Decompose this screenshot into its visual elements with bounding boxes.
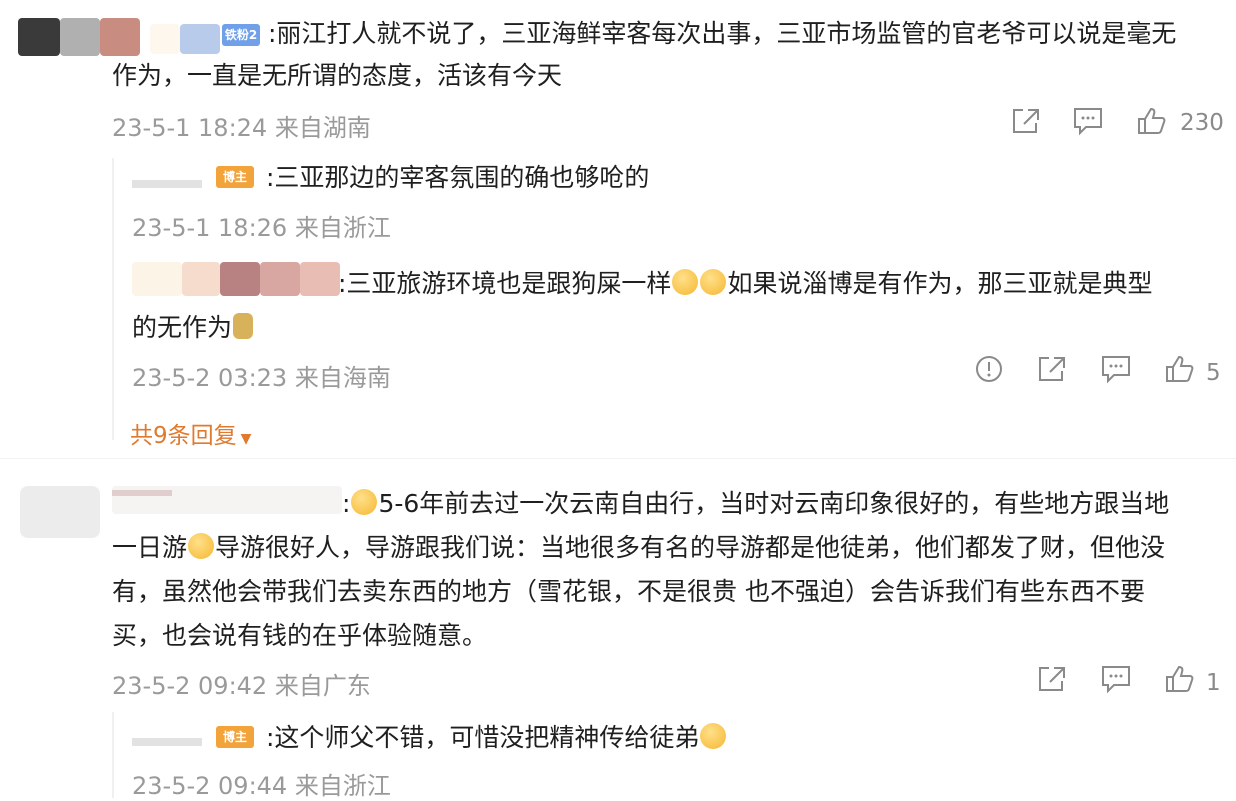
section-divider [0,458,1236,459]
share-icon[interactable] [1036,664,1068,694]
username-blur[interactable] [132,262,182,296]
like-icon[interactable] [1164,664,1196,694]
comment-text: 买，也会说有钱的在乎体验随意。 [112,621,488,650]
reply-text: 的无作为 [132,308,254,348]
reply-divider [112,712,114,798]
grin-emoji-icon [188,533,215,559]
reply-divider [112,158,114,440]
comment-time: 23-5-1 18:24 来自湖南 [112,114,371,142]
blogger-badge: 博主 [216,166,254,188]
username-blur[interactable] [182,262,220,296]
username-blur[interactable] [220,262,260,296]
fan-badge: 铁粉2 [222,24,260,46]
comment-text: 一日游 导游很好人，导游跟我们说：当地很多有名的导游都是他徒弟，他们都发了财，但他… [112,533,1166,562]
reply-text: :三亚旅游环境也是跟狗屎一样 如果说淄博是有作为，那三亚就是典型 [338,269,1153,298]
reply-text: :三亚那边的宰客氛围的确也够呛的 [266,163,650,192]
reply-text: :这个师父不错，可惜没把精神传给徒弟 [266,718,727,758]
reply-time: 23-5-1 18:26 来自浙江 [132,214,391,242]
like-icon[interactable] [1136,106,1168,136]
like-count: 5 [1206,360,1221,386]
like-count: 1 [1206,670,1221,696]
comment-text: 作为，一直是无所谓的态度，活该有今天 [112,61,563,90]
like-icon[interactable] [1164,354,1196,384]
reply-time: 23-5-2 03:23 来自海南 [132,364,391,392]
like-count: 230 [1180,110,1224,136]
username-fragment [132,180,202,188]
avatar-blur [100,18,140,56]
avatar[interactable] [20,486,100,538]
username-blur[interactable] [150,24,180,54]
share-icon[interactable] [1010,106,1042,136]
avatar-blur [18,18,60,56]
comment-text: 有，虽然他会带我们去卖东西的地方（雪花银，不是很贵 也不强迫）会告诉我们有些东西… [112,577,1145,606]
blogger-badge: 博主 [216,726,254,748]
reply-time: 23-5-2 09:44 来自浙江 [132,772,391,800]
username-blur[interactable] [180,24,220,54]
smile-emoji-icon [672,269,699,295]
caret-down-icon: ▼ [240,431,252,447]
more-replies-link[interactable]: 共9条回复 ▼ [130,416,251,450]
comment-icon[interactable] [1072,106,1104,136]
smile-emoji-icon [700,269,727,295]
avatar-blur [60,18,100,56]
comment-icon[interactable] [1100,354,1132,384]
comment-time: 23-5-2 09:42 来自广东 [112,672,371,700]
comment-text: :5-6年前去过一次云南自由行，当时对云南印象很好的，有些地方跟当地 [342,489,1170,518]
comment-icon[interactable] [1100,664,1132,694]
comment-text: :丽江打人就不说了，三亚海鲜宰客每次出事，三亚市场监管的官老爷可以说是毫无 [268,19,1177,48]
username-fragment [30,52,37,74]
username-blur[interactable] [260,262,300,296]
share-icon[interactable] [1036,354,1068,384]
username-blur[interactable] [300,262,340,296]
report-icon[interactable] [974,354,1004,384]
laugh-emoji-icon [700,723,727,749]
username-fragment [132,738,202,746]
colon: : [342,489,351,518]
username-fragment [112,490,172,496]
cry-laugh-emoji-icon [351,489,378,515]
figure-emoji-icon [233,313,254,339]
